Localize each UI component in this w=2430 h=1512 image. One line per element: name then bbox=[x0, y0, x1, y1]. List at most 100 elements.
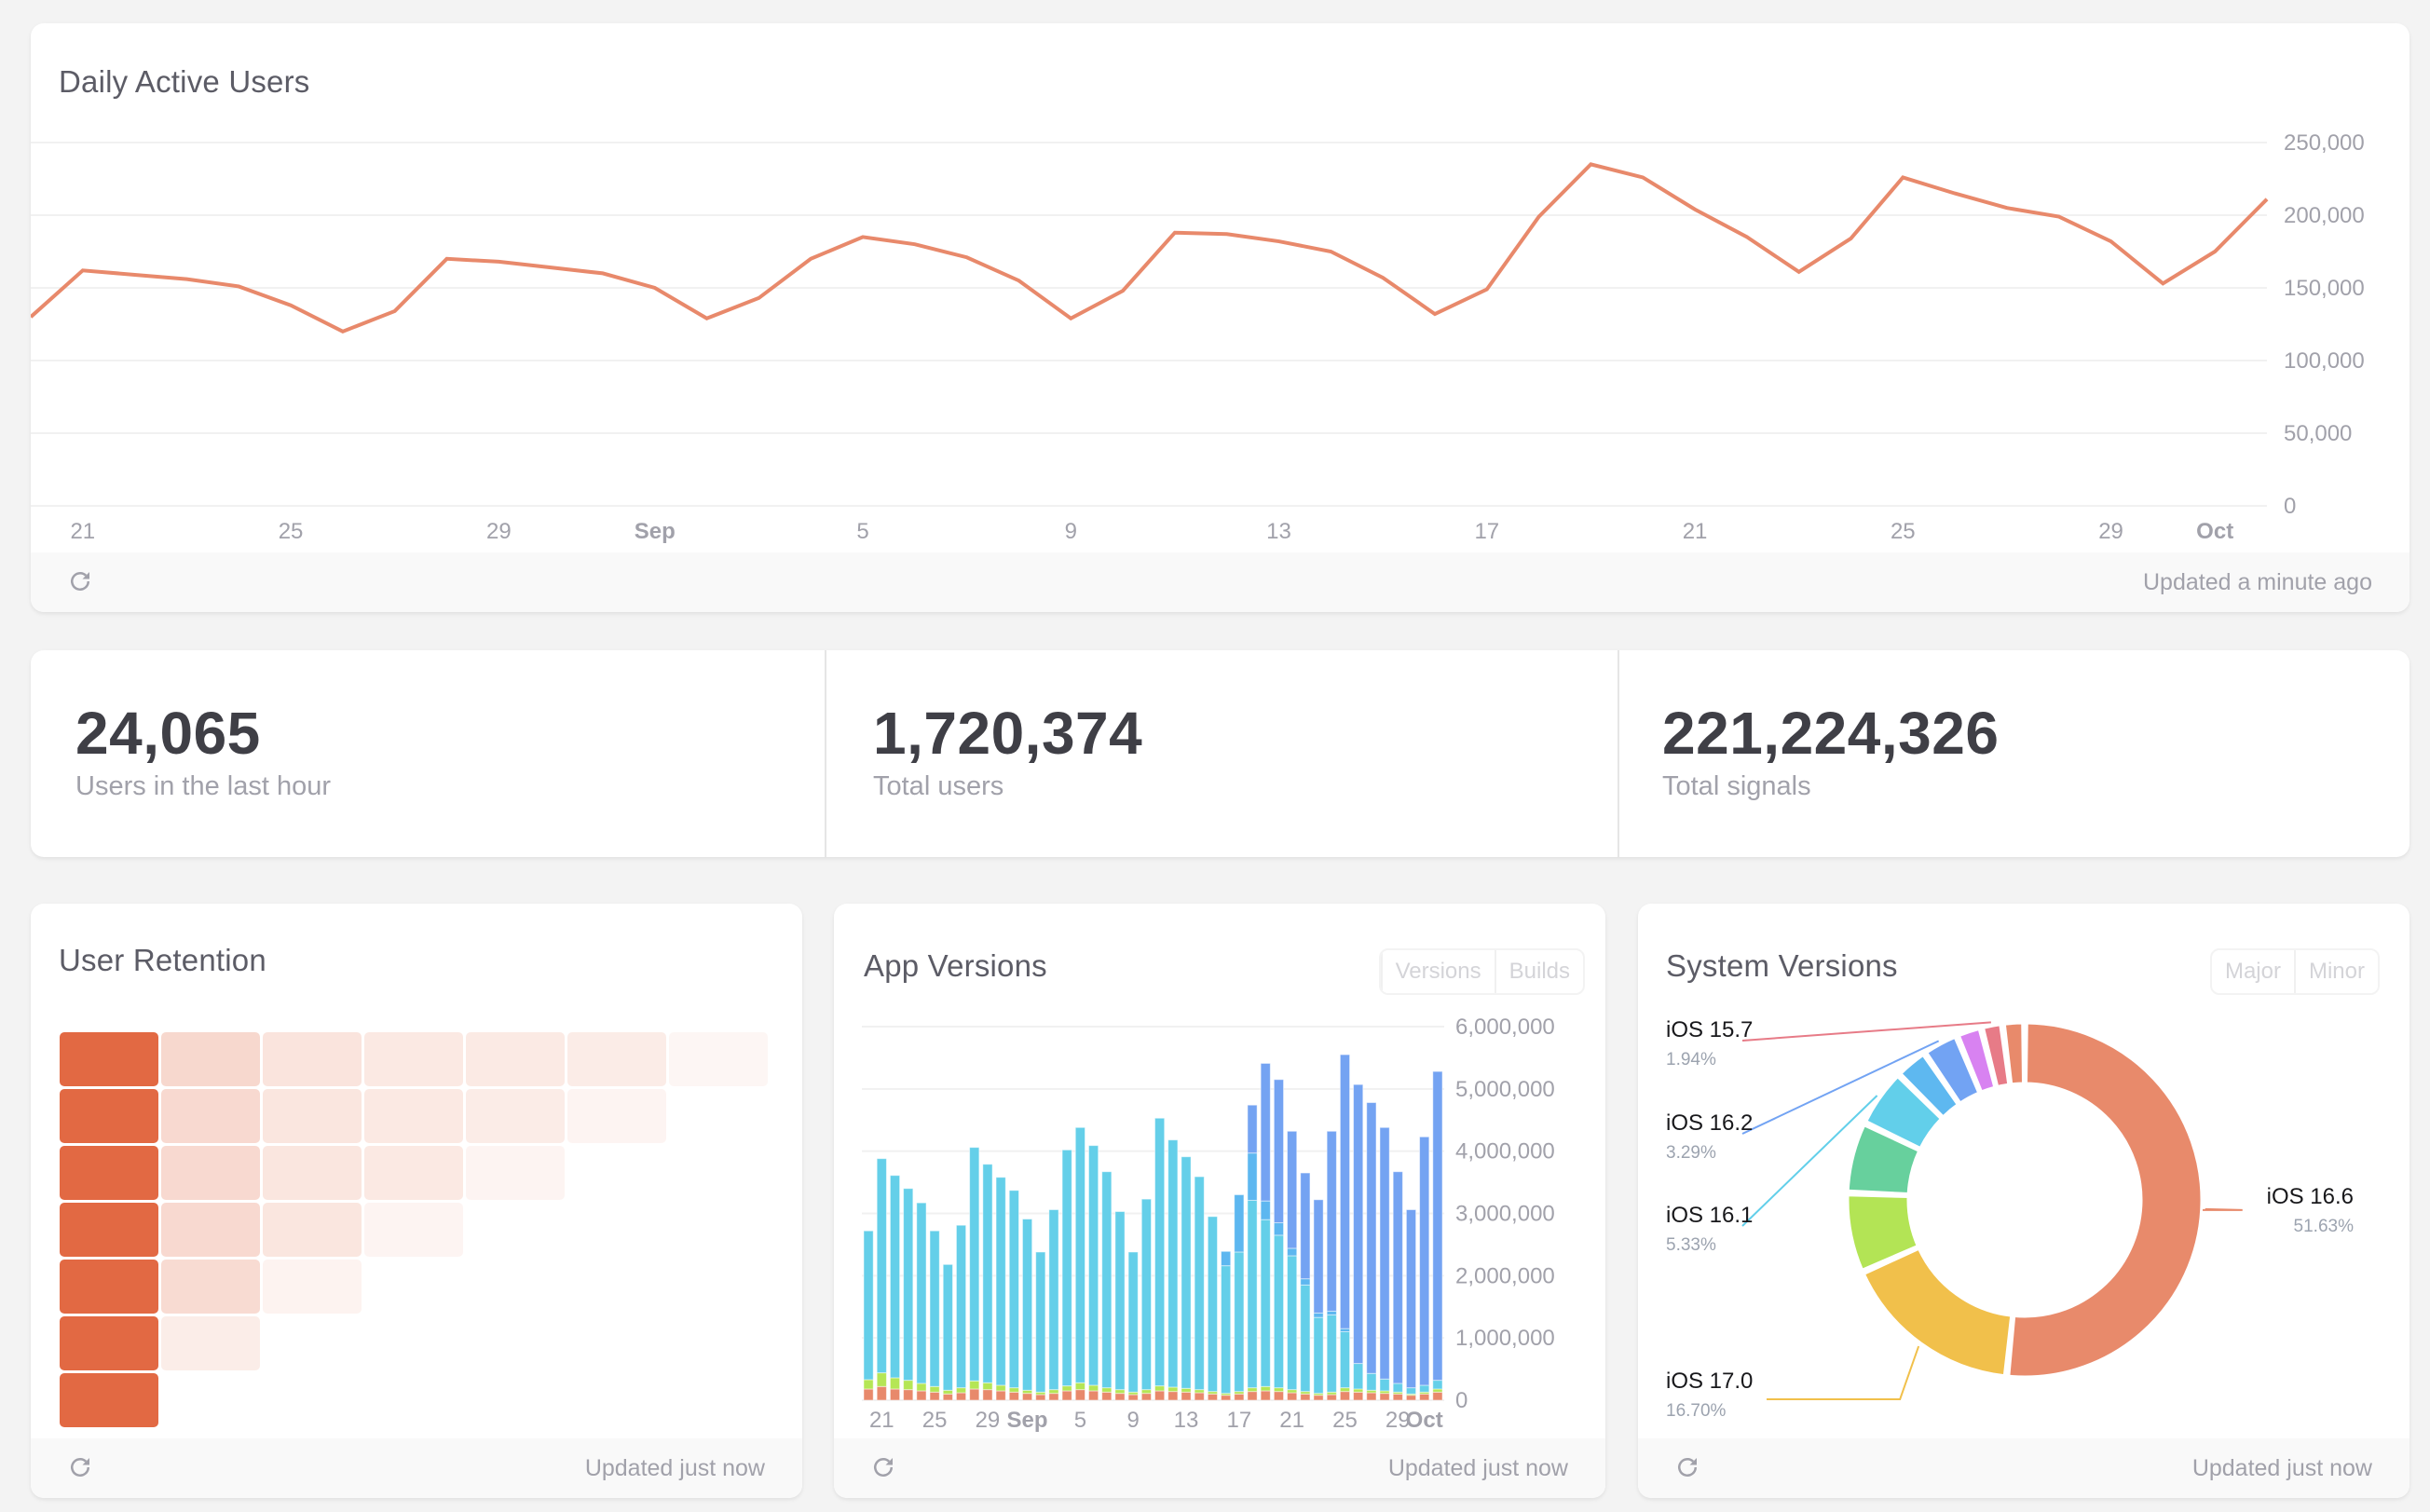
retention-cell[interactable] bbox=[60, 1089, 158, 1143]
bar-segment-other bbox=[1339, 1391, 1351, 1401]
bar-segment-previous bbox=[863, 1230, 874, 1381]
bar-segment-older bbox=[916, 1383, 927, 1392]
bar-segment-previous bbox=[889, 1175, 901, 1379]
bar-segment-other bbox=[1366, 1392, 1377, 1401]
bar-segment-previous bbox=[1221, 1265, 1232, 1395]
x-tick-label: 25 bbox=[922, 1408, 948, 1433]
bar-segment-older bbox=[1074, 1382, 1085, 1391]
y-tick-label: 200,000 bbox=[2284, 203, 2365, 228]
bar-segment-older bbox=[969, 1380, 980, 1390]
retention-cell[interactable] bbox=[161, 1146, 260, 1200]
bar-segment-other bbox=[1167, 1391, 1179, 1401]
retention-cell[interactable] bbox=[263, 1089, 362, 1143]
retention-cell[interactable] bbox=[364, 1032, 463, 1086]
x-tick-label: 21 bbox=[1683, 519, 1708, 544]
bar-segment-other bbox=[1207, 1393, 1219, 1401]
bar-segment-previous bbox=[1035, 1251, 1046, 1393]
retention-cell[interactable] bbox=[466, 1089, 565, 1143]
retention-cell[interactable] bbox=[60, 1032, 158, 1086]
bar-segment-other bbox=[1313, 1395, 1324, 1401]
retention-cell[interactable] bbox=[567, 1032, 666, 1086]
retention-cell[interactable] bbox=[263, 1146, 362, 1200]
bar-segment-previous bbox=[1432, 1380, 1443, 1390]
retention-cell[interactable] bbox=[466, 1146, 565, 1200]
retention-cell[interactable] bbox=[60, 1203, 158, 1257]
retention-cell[interactable] bbox=[263, 1203, 362, 1257]
bar-segment-previous bbox=[1419, 1384, 1430, 1393]
refresh-icon[interactable] bbox=[66, 1453, 94, 1481]
bar-segment-other bbox=[1273, 1391, 1285, 1401]
bar-segment-other bbox=[942, 1393, 953, 1401]
bar-segment-other bbox=[1021, 1393, 1033, 1401]
slice-label: iOS 16.2 bbox=[1666, 1110, 1753, 1136]
retention-cell[interactable] bbox=[364, 1203, 463, 1257]
bar-segment-older bbox=[942, 1389, 953, 1395]
bar-segment-other bbox=[955, 1392, 967, 1401]
bar-segment-other bbox=[1101, 1391, 1113, 1401]
retention-cell[interactable] bbox=[60, 1146, 158, 1200]
retention-cell[interactable] bbox=[669, 1032, 768, 1086]
retention-footer: Updated just now bbox=[31, 1438, 802, 1498]
bar-segment-latest bbox=[1339, 1054, 1351, 1329]
bar-segment-other bbox=[916, 1390, 927, 1401]
kpi-total-signals: 221,224,326 Total signals bbox=[1619, 650, 2410, 857]
retention-cell[interactable] bbox=[364, 1146, 463, 1200]
retention-cell[interactable] bbox=[567, 1089, 666, 1143]
bar-segment-recent bbox=[1313, 1312, 1324, 1318]
bar-segment-older bbox=[1154, 1385, 1166, 1392]
slice-label: iOS 17.0 bbox=[1666, 1369, 1753, 1394]
retention-cell[interactable] bbox=[161, 1032, 260, 1086]
bar-segment-previous bbox=[1339, 1330, 1351, 1389]
y-tick-label: 2,000,000 bbox=[1455, 1263, 1555, 1288]
retention-cell[interactable] bbox=[161, 1203, 260, 1257]
retention-cell[interactable] bbox=[466, 1032, 565, 1086]
bar-segment-other bbox=[1300, 1393, 1311, 1401]
bar-segment-other bbox=[1379, 1393, 1390, 1401]
bar-segment-recent bbox=[1273, 1222, 1285, 1236]
retention-cell[interactable] bbox=[60, 1373, 158, 1427]
retention-updated-text: Updated just now bbox=[584, 1455, 765, 1481]
bar-segment-previous bbox=[1207, 1216, 1219, 1393]
x-tick-label: 13 bbox=[1266, 519, 1291, 544]
bar-segment-latest bbox=[1432, 1070, 1443, 1382]
bar-segment-previous bbox=[1181, 1156, 1192, 1389]
bar-segment-other bbox=[1127, 1394, 1139, 1401]
retention-cell[interactable] bbox=[263, 1260, 362, 1314]
retention-cell[interactable] bbox=[263, 1032, 362, 1086]
retention-cell[interactable] bbox=[161, 1316, 260, 1370]
refresh-icon[interactable] bbox=[869, 1453, 897, 1481]
refresh-icon[interactable] bbox=[66, 567, 94, 595]
bar-segment-latest bbox=[1247, 1104, 1258, 1154]
bar-segment-recent bbox=[1260, 1200, 1271, 1220]
retention-cell[interactable] bbox=[161, 1260, 260, 1314]
bar-segment-recent bbox=[1221, 1250, 1232, 1267]
x-tick-label: 21 bbox=[70, 519, 95, 544]
retention-cell[interactable] bbox=[364, 1089, 463, 1143]
slice-percent: 51.63% bbox=[2294, 1217, 2355, 1236]
app-versions-card: App Versions Versions Builds 0 1,000,000 2… bbox=[834, 904, 1605, 1498]
retention-cell[interactable] bbox=[60, 1260, 158, 1314]
bar-segment-other bbox=[1154, 1390, 1166, 1401]
leader-line bbox=[2203, 1207, 2243, 1211]
refresh-icon[interactable] bbox=[1673, 1453, 1701, 1481]
bar-segment-older bbox=[1021, 1389, 1033, 1395]
bar-segment-older bbox=[1048, 1389, 1059, 1395]
bar-segment-older bbox=[1273, 1387, 1285, 1393]
retention-cell[interactable] bbox=[60, 1316, 158, 1370]
bar-segment-other bbox=[1432, 1391, 1443, 1401]
kpi-label: Total users bbox=[873, 771, 1004, 801]
bar-segment-older bbox=[1008, 1387, 1019, 1393]
bar-segment-recent bbox=[1339, 1328, 1351, 1332]
retention-cell[interactable] bbox=[161, 1089, 260, 1143]
bar-segment-older bbox=[1140, 1389, 1153, 1395]
bar-segment-recent bbox=[1326, 1310, 1337, 1315]
x-tick-label: 21 bbox=[1279, 1408, 1304, 1433]
donut-slice bbox=[2007, 1021, 2204, 1379]
bar-segment-older bbox=[876, 1372, 887, 1387]
bar-segment-previous bbox=[1154, 1117, 1166, 1387]
bar-segment-previous bbox=[1167, 1139, 1179, 1388]
bar-segment-recent bbox=[1234, 1193, 1245, 1253]
bar-segment-other bbox=[1287, 1392, 1298, 1401]
bar-segment-previous bbox=[1114, 1210, 1126, 1391]
y-tick-label: 150,000 bbox=[2284, 276, 2365, 301]
